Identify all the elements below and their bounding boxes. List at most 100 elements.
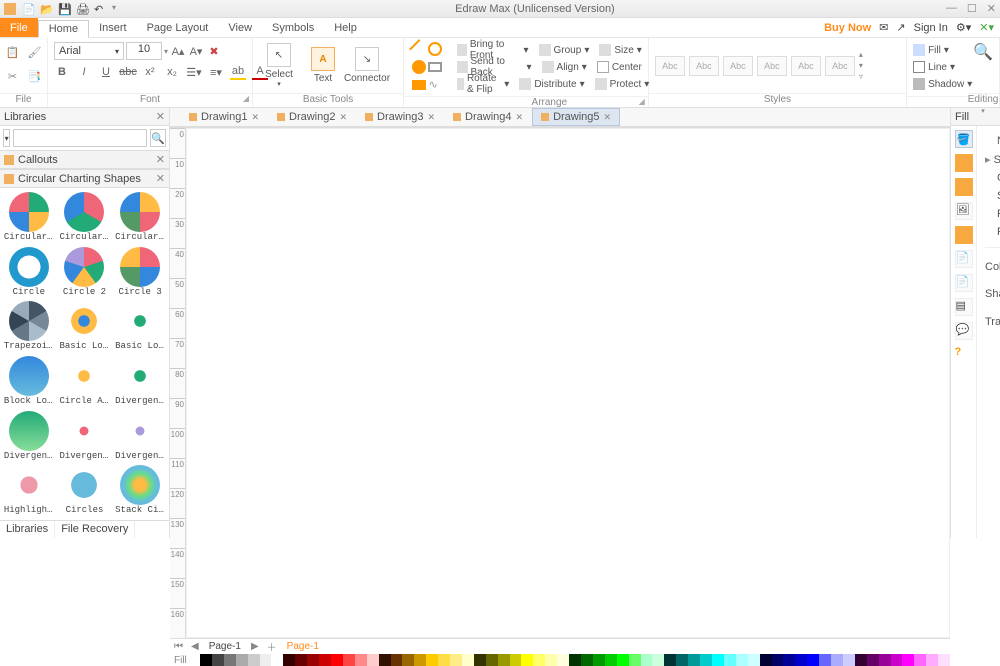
style-preset[interactable]: Abc xyxy=(757,56,787,76)
center-button[interactable]: Center xyxy=(597,59,642,75)
save-icon[interactable]: 💾 xyxy=(58,3,70,15)
shape-item[interactable]: Circular ··· xyxy=(2,192,56,243)
fill-tab-icon[interactable]: 🪣 xyxy=(955,130,973,148)
tab-page-layout[interactable]: Page Layout xyxy=(137,20,219,36)
minimize-button[interactable]: — xyxy=(946,2,957,15)
shape-item[interactable]: Stack Cir··· xyxy=(113,465,167,516)
new-icon[interactable]: 📄 xyxy=(22,3,34,15)
fill-option[interactable]: Pattern fill xyxy=(985,205,1000,223)
shape-item[interactable]: Circles xyxy=(58,465,112,516)
text-tool[interactable]: AText xyxy=(303,47,343,84)
fill-dropdown[interactable]: Fill ▾ xyxy=(913,42,949,58)
library-menu-icon[interactable]: ▾ xyxy=(3,129,10,147)
buy-now-link[interactable]: Buy Now xyxy=(824,22,871,34)
help-close-icon[interactable]: ✕▾ xyxy=(979,21,994,34)
shape-item[interactable]: Divergent··· xyxy=(113,356,167,407)
tab-help[interactable]: Help xyxy=(324,20,367,36)
clear-format-icon[interactable]: ✖ xyxy=(206,43,222,59)
style-preset[interactable]: Abc xyxy=(791,56,821,76)
page-selector[interactable]: Page-1 xyxy=(203,641,247,652)
curve-shape-icon[interactable]: ∿ xyxy=(428,78,442,92)
library-search-input[interactable] xyxy=(13,129,147,147)
sign-in-link[interactable]: Sign In xyxy=(914,22,948,34)
shape-item[interactable]: Circle 2 xyxy=(58,247,112,298)
drawing-canvas[interactable] xyxy=(186,128,950,638)
underline-button[interactable]: U xyxy=(98,64,114,80)
filled-circle-icon[interactable] xyxy=(412,60,426,74)
doc-tab[interactable]: Drawing4✕ xyxy=(444,108,532,126)
doc-tab[interactable]: Drawing2✕ xyxy=(268,108,356,126)
tab-file-recovery[interactable]: File Recovery xyxy=(55,521,135,538)
swatch-1-icon[interactable] xyxy=(955,154,973,172)
grow-font-icon[interactable]: A▴ xyxy=(170,43,186,59)
line-dropdown[interactable]: Line ▾ xyxy=(913,59,955,75)
color-strip[interactable] xyxy=(200,654,950,666)
shape-item[interactable]: Circle Ar··· xyxy=(58,356,112,407)
fill-option[interactable]: No fill xyxy=(985,132,1000,150)
style-preset[interactable]: Abc xyxy=(825,56,855,76)
section-callouts[interactable]: Callouts✕ xyxy=(0,150,169,169)
group-button[interactable]: Group ▾ xyxy=(539,42,590,58)
doc-tab[interactable]: Drawing5✕ xyxy=(532,108,620,126)
font-name-combo[interactable]: Arial▾ xyxy=(54,42,124,60)
style-preset[interactable]: Abc xyxy=(689,56,719,76)
shape-item[interactable]: Divergent··· xyxy=(58,411,112,462)
shrink-font-icon[interactable]: A▾ xyxy=(188,43,204,59)
highlight-button[interactable]: ab xyxy=(230,64,246,80)
swatch-2-icon[interactable] xyxy=(955,178,973,196)
subscript-button[interactable]: x₂ xyxy=(164,64,180,80)
page-first-icon[interactable]: ⏮ xyxy=(170,641,187,652)
maximize-button[interactable]: ☐ xyxy=(967,2,977,15)
align-button[interactable]: Align ▾ xyxy=(542,59,587,75)
size-button[interactable]: Size ▾ xyxy=(599,42,641,58)
share-icon[interactable]: ↗ xyxy=(896,21,905,34)
shape-item[interactable]: Highlight··· xyxy=(2,465,56,516)
tab-symbols[interactable]: Symbols xyxy=(262,20,324,36)
print-icon[interactable]: 🖨 xyxy=(76,3,88,15)
settings-icon[interactable]: ⚙▾ xyxy=(956,21,971,34)
page-next-icon[interactable]: ▶ xyxy=(247,641,263,652)
shape-item[interactable]: Block Loop xyxy=(2,356,56,407)
layers-icon[interactable]: ▤ xyxy=(955,298,973,316)
shape-item[interactable]: Basic Loo··· xyxy=(113,301,167,352)
paste-icon[interactable]: 📋 xyxy=(3,42,23,62)
picture-fill-icon[interactable]: 🖼 xyxy=(955,202,973,220)
line-spacing-button[interactable]: ≡▾ xyxy=(208,64,224,80)
connector-tool[interactable]: ↘Connector xyxy=(347,47,387,84)
tab-home[interactable]: Home xyxy=(38,20,89,38)
arrange-launcher-icon[interactable]: ◢ xyxy=(639,97,645,106)
superscript-button[interactable]: x² xyxy=(142,64,158,80)
find-icon[interactable]: 🔍 xyxy=(973,42,993,62)
page-current[interactable]: Page-1 xyxy=(281,641,325,652)
shape-item[interactable]: Basic Loop xyxy=(58,301,112,352)
font-size-combo[interactable]: 10 xyxy=(126,42,162,60)
close-button[interactable]: ✕ xyxy=(987,2,996,15)
page-icon[interactable]: 📄 xyxy=(955,250,973,268)
fill-option[interactable]: Solid fill xyxy=(985,150,1000,169)
format-painter-icon[interactable]: 🖌 xyxy=(25,42,45,62)
mail-icon[interactable]: ✉ xyxy=(879,21,888,34)
circle-shape-icon[interactable] xyxy=(428,42,442,56)
style-preset[interactable]: Abc xyxy=(655,56,685,76)
fill-option[interactable]: Gradient fill xyxy=(985,169,1000,187)
shape-item[interactable]: Circle 3 xyxy=(113,247,167,298)
page-prev-icon[interactable]: ◀ xyxy=(187,641,203,652)
open-icon[interactable]: 📂 xyxy=(40,3,52,15)
shadow-dropdown[interactable]: Shadow ▾ xyxy=(913,76,972,92)
rect-shape-icon[interactable] xyxy=(428,62,442,72)
swatch-3-icon[interactable] xyxy=(955,226,973,244)
page2-icon[interactable]: 📄 xyxy=(955,274,973,292)
bold-button[interactable]: B xyxy=(54,64,70,80)
doc-tab[interactable]: Drawing3✕ xyxy=(356,108,444,126)
tab-insert[interactable]: Insert xyxy=(89,20,137,36)
shape-item[interactable]: Trapezoid··· xyxy=(2,301,56,352)
fill-option[interactable]: Picture or texture fill xyxy=(985,223,1000,241)
bullets-button[interactable]: ☰▾ xyxy=(186,64,202,80)
strike-button[interactable]: abc xyxy=(120,64,136,80)
fill-option[interactable]: Single color gradient fill xyxy=(985,187,1000,205)
close-libraries-icon[interactable]: ✕ xyxy=(156,110,165,123)
page-add-icon[interactable]: ＋ xyxy=(263,639,281,654)
shape-item[interactable]: Circular ··· xyxy=(113,192,167,243)
protect-button[interactable]: Protect ▾ xyxy=(595,76,650,92)
shape-item[interactable]: Circular ··· xyxy=(58,192,112,243)
